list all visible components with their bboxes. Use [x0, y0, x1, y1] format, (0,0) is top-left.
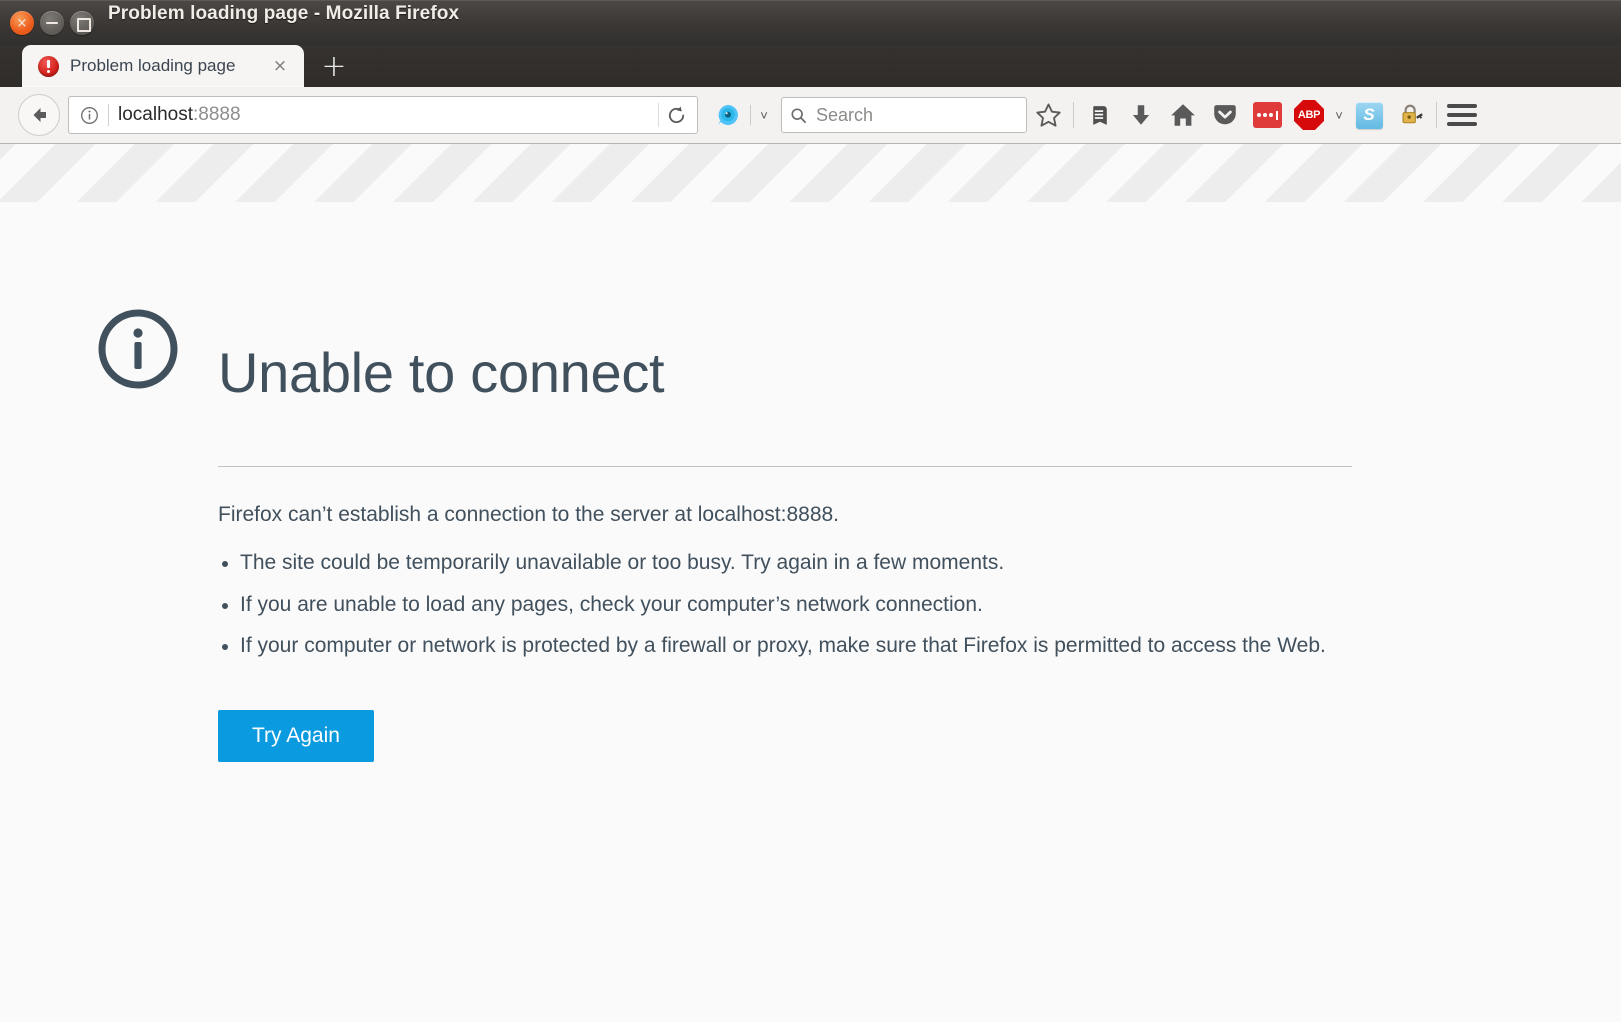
- menu-separator: [1436, 102, 1437, 128]
- adblock-plus-button[interactable]: ABP: [1288, 93, 1330, 137]
- neterror-header: Unable to connect: [218, 306, 1354, 440]
- neterror-container: Unable to connect Firefox can’t establis…: [98, 306, 1354, 763]
- padlock-key-icon: [1402, 104, 1423, 124]
- reload-icon: [668, 106, 684, 123]
- window-maximize-button[interactable]: [70, 11, 94, 35]
- new-tab-button[interactable]: +: [320, 52, 348, 82]
- adblock-chevron-down-icon[interactable]: ˅: [1330, 97, 1348, 133]
- error-intro-text: Firefox can’t establish a connection to …: [218, 502, 840, 526]
- reading-list-icon: [1091, 105, 1107, 125]
- neterror-body: Firefox can’t establish a connection to …: [218, 501, 1354, 763]
- navigation-toolbar: localhost:8888 ˅ Search ABP ˅ S: [0, 87, 1621, 144]
- minimize-icon: [46, 22, 58, 24]
- url-host: localhost: [118, 104, 193, 125]
- url-separator: [108, 104, 109, 126]
- hamburger-menu-icon: [1447, 104, 1477, 126]
- dots-extension-button[interactable]: [1246, 93, 1288, 137]
- list-item: If you are unable to load any pages, che…: [222, 591, 1354, 619]
- window-minimize-button[interactable]: [40, 11, 64, 35]
- toolbar-separator: [1073, 102, 1074, 128]
- search-input[interactable]: Search: [781, 97, 1027, 133]
- window-titlebar: × Problem loading page - Mozilla Firefox: [0, 0, 1621, 45]
- url-port: :8888: [193, 104, 241, 125]
- engine-separator: [750, 105, 751, 125]
- back-button[interactable]: [18, 94, 60, 136]
- skype-extension-button[interactable]: S: [1348, 93, 1390, 137]
- maximize-icon: [77, 18, 91, 32]
- window-title: Problem loading page - Mozilla Firefox: [108, 3, 460, 24]
- app-menu-button[interactable]: [1441, 93, 1483, 137]
- download-arrow-icon: [1132, 105, 1150, 125]
- try-again-button[interactable]: Try Again: [218, 710, 374, 763]
- search-placeholder: Search: [816, 104, 874, 125]
- engine-chevron-down-icon[interactable]: ˅: [755, 97, 773, 133]
- tab-strip: Problem loading page × +: [0, 45, 1621, 87]
- browser-tab[interactable]: Problem loading page ×: [22, 45, 304, 87]
- info-circle-icon: [95, 306, 181, 392]
- identity-info-icon[interactable]: [77, 103, 101, 127]
- password-manager-button[interactable]: [1390, 93, 1432, 137]
- adblock-icon: ABP: [1294, 100, 1324, 130]
- pocket-icon: [1214, 105, 1236, 125]
- url-bar[interactable]: localhost:8888: [68, 96, 698, 134]
- reload-button[interactable]: [659, 99, 693, 131]
- close-icon: ×: [16, 15, 28, 31]
- tab-close-icon[interactable]: ×: [270, 56, 290, 76]
- error-favicon-icon: [38, 55, 59, 77]
- search-engine-button[interactable]: [712, 97, 744, 133]
- back-arrow-icon: [33, 108, 46, 122]
- list-item: The site could be temporarily unavailabl…: [222, 549, 1354, 577]
- page-content: Unable to connect Firefox can’t establis…: [0, 144, 1621, 1022]
- firefox-window: × Problem loading page - Mozilla Firefox…: [0, 0, 1621, 1022]
- pocket-button[interactable]: [1204, 93, 1246, 137]
- reading-list-button[interactable]: [1078, 93, 1120, 137]
- bookmark-button[interactable]: [1027, 93, 1069, 137]
- error-suggestion-list: The site could be temporarily unavailabl…: [218, 549, 1354, 660]
- window-controls: ×: [10, 11, 94, 35]
- search-icon: [791, 107, 807, 123]
- home-icon: [1171, 104, 1195, 126]
- url-text: localhost:8888: [118, 104, 658, 126]
- window-close-button[interactable]: ×: [10, 11, 34, 35]
- downloads-button[interactable]: [1120, 93, 1162, 137]
- search-engine-globe-icon: [718, 105, 738, 125]
- skype-icon: S: [1355, 101, 1383, 129]
- page-title: Unable to connect: [218, 340, 665, 404]
- tab-title: Problem loading page: [70, 56, 236, 75]
- list-item: If your computer or network is protected…: [222, 632, 1354, 660]
- star-icon: [1035, 103, 1061, 127]
- home-button[interactable]: [1162, 93, 1204, 137]
- title-divider: [218, 465, 1352, 467]
- dots-extension-icon: [1252, 102, 1282, 128]
- neterror-page: Unable to connect Firefox can’t establis…: [0, 202, 1621, 763]
- error-stripe-banner: [0, 144, 1621, 202]
